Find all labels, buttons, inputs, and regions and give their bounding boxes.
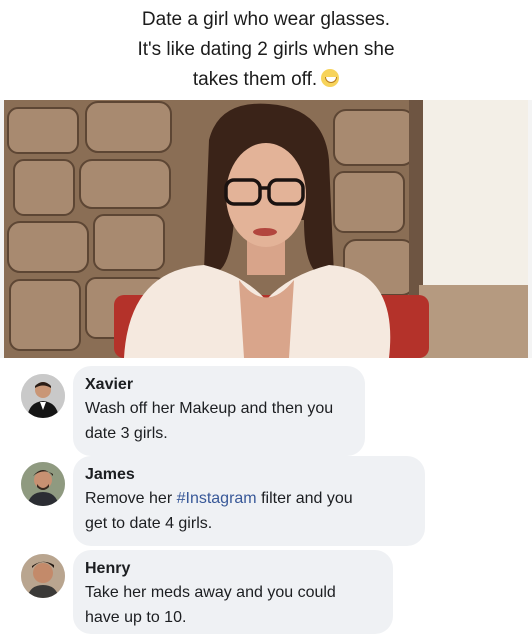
- avatar-henry-icon: [21, 554, 65, 598]
- comment-bubble-james: James Remove her #Instagram filter and y…: [73, 456, 425, 546]
- comment-section: Xavier Wash off her Makeup and then you …: [0, 358, 532, 638]
- commenter-name[interactable]: Xavier: [85, 374, 351, 396]
- avatar-james[interactable]: [21, 462, 65, 506]
- meme-caption: Date a girl who wear glasses. It's like …: [0, 0, 532, 100]
- commenter-name[interactable]: James: [85, 464, 411, 486]
- avatar-henry[interactable]: [21, 554, 65, 598]
- caption-line-2: It's like dating 2 girls when she: [137, 39, 395, 60]
- comment-text-line-2: get to date 4 girls.: [85, 515, 213, 532]
- caption-line-3-text: takes them off.: [192, 69, 318, 90]
- woman-with-glasses-illustration: [4, 100, 528, 358]
- comment-text-post: filter and you: [256, 490, 353, 507]
- grinning-face-emoji-icon: [321, 69, 340, 87]
- comment-bubble-henry: Henry Take her meds away and you could h…: [73, 550, 393, 634]
- caption-line-3: takes them off.: [0, 65, 532, 95]
- comment-text: Remove her #Instagram filter and you get…: [85, 486, 411, 536]
- avatar-xavier[interactable]: [21, 374, 65, 418]
- comment-text: Wash off her Makeup and then you date 3 …: [85, 396, 351, 446]
- meme-photo: [4, 100, 528, 358]
- commenter-name[interactable]: Henry: [85, 558, 379, 580]
- comment-text-line-2: have up to 10.: [85, 609, 187, 626]
- comment-text: Take her meds away and you could have up…: [85, 580, 379, 630]
- comment-text-pre: Remove her: [85, 490, 177, 507]
- comment-text-line-1: Wash off her Makeup and then you: [85, 400, 334, 417]
- hashtag-link[interactable]: #Instagram: [177, 490, 257, 507]
- comment-text-line-2: date 3 girls.: [85, 425, 168, 442]
- comment-bubble-xavier: Xavier Wash off her Makeup and then you …: [73, 366, 365, 456]
- comment-text-line-1: Take her meds away and you could: [85, 584, 336, 601]
- avatar-james-icon: [21, 462, 65, 506]
- avatar-xavier-icon: [21, 374, 65, 418]
- caption-line-1: Date a girl who wear glasses.: [141, 9, 391, 30]
